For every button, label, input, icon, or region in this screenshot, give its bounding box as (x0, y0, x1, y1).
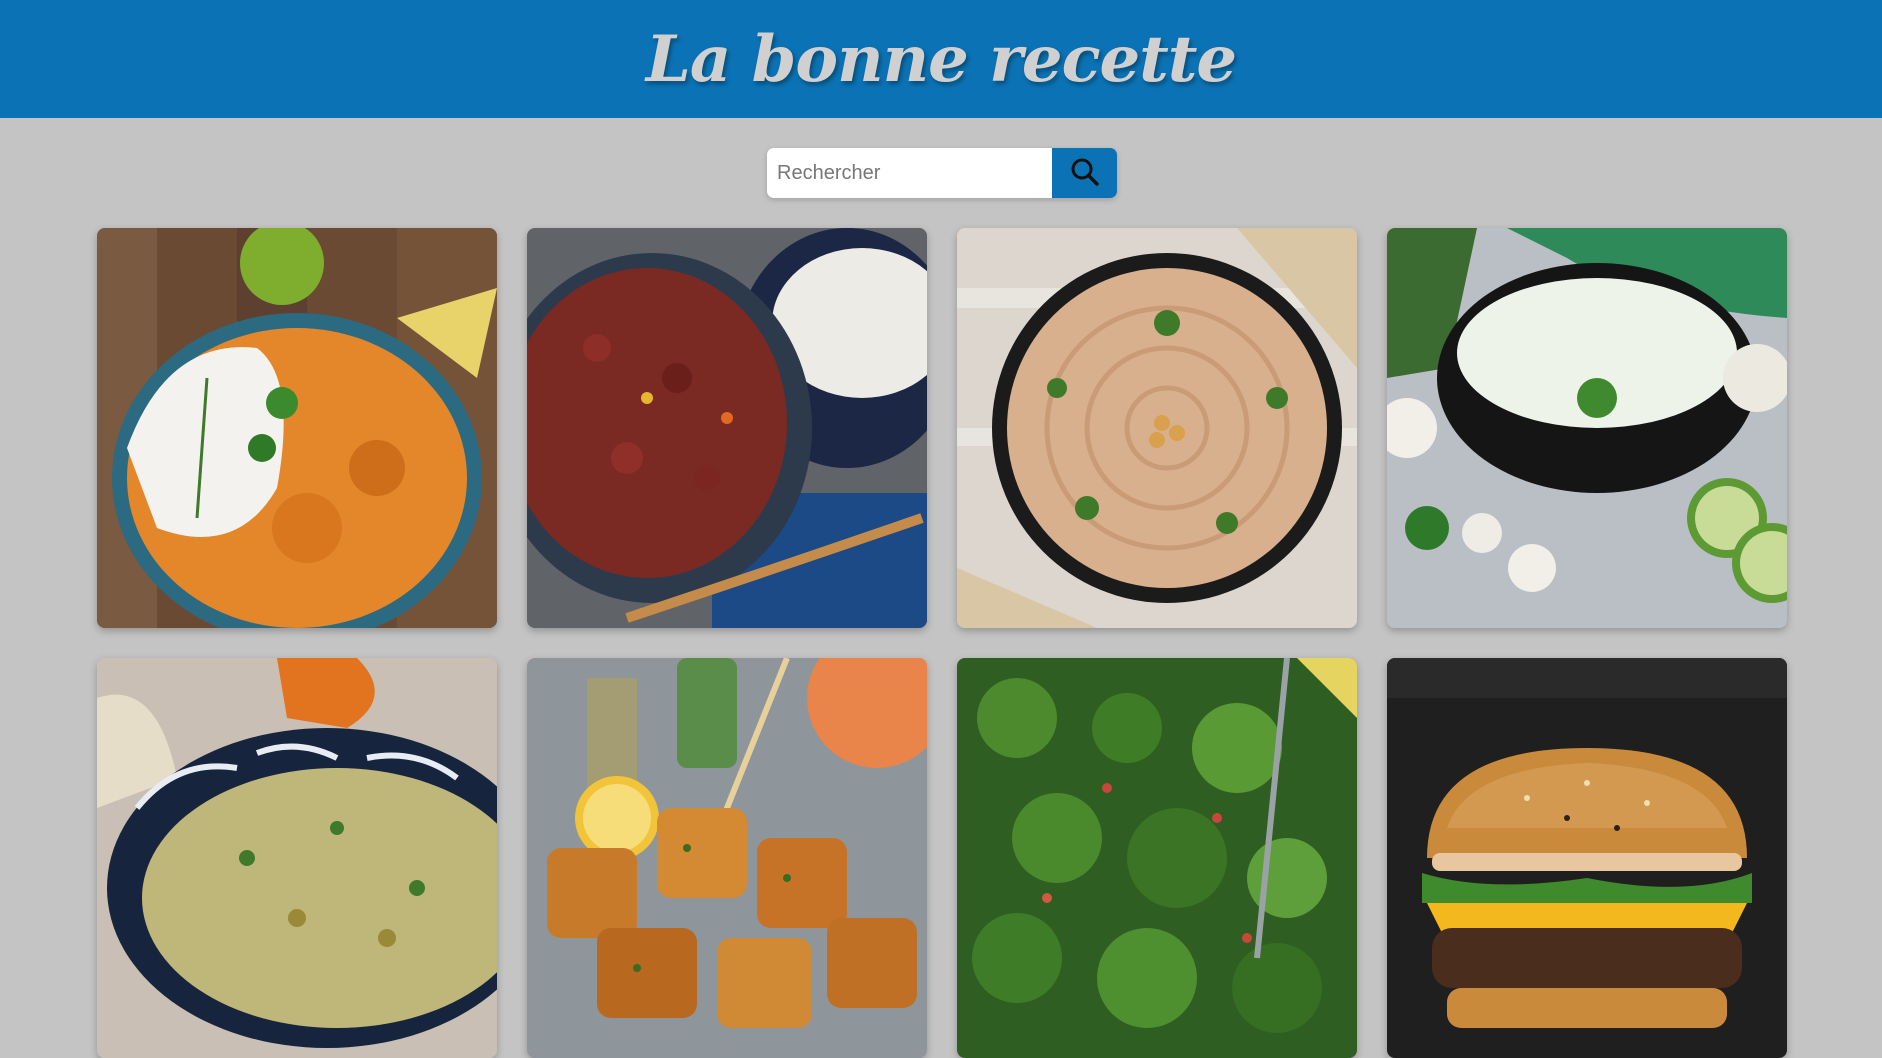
recipe-card-baba-ganoush[interactable] (97, 658, 497, 1058)
recipe-card-hummus[interactable] (957, 228, 1357, 628)
search-bar (767, 148, 1117, 198)
recipe-card-cheeseburger[interactable] (1387, 658, 1787, 1058)
recipe-image-chicken-curry (97, 228, 497, 628)
recipe-card-bean-chili[interactable] (527, 228, 927, 628)
recipe-image-hummus (957, 228, 1357, 628)
recipe-image-roasted-potatoes (527, 658, 927, 1058)
recipe-card-chicken-curry[interactable] (97, 228, 497, 628)
site-title: La bonne recette (645, 21, 1237, 97)
recipe-image-tabbouleh (957, 658, 1357, 1058)
recipe-image-bean-chili (527, 228, 927, 628)
recipe-card-tabbouleh[interactable] (957, 658, 1357, 1058)
recipe-image-baba-ganoush (97, 658, 497, 1058)
recipe-card-tzatziki[interactable] (1387, 228, 1787, 628)
site-header: La bonne recette (0, 0, 1882, 118)
search-icon (1070, 157, 1100, 190)
recipe-image-tzatziki (1387, 228, 1787, 628)
search-button[interactable] (1052, 148, 1117, 198)
recipe-image-cheeseburger (1387, 658, 1787, 1058)
recipe-card-roasted-potatoes[interactable] (527, 658, 927, 1058)
search-input[interactable] (767, 148, 1052, 198)
